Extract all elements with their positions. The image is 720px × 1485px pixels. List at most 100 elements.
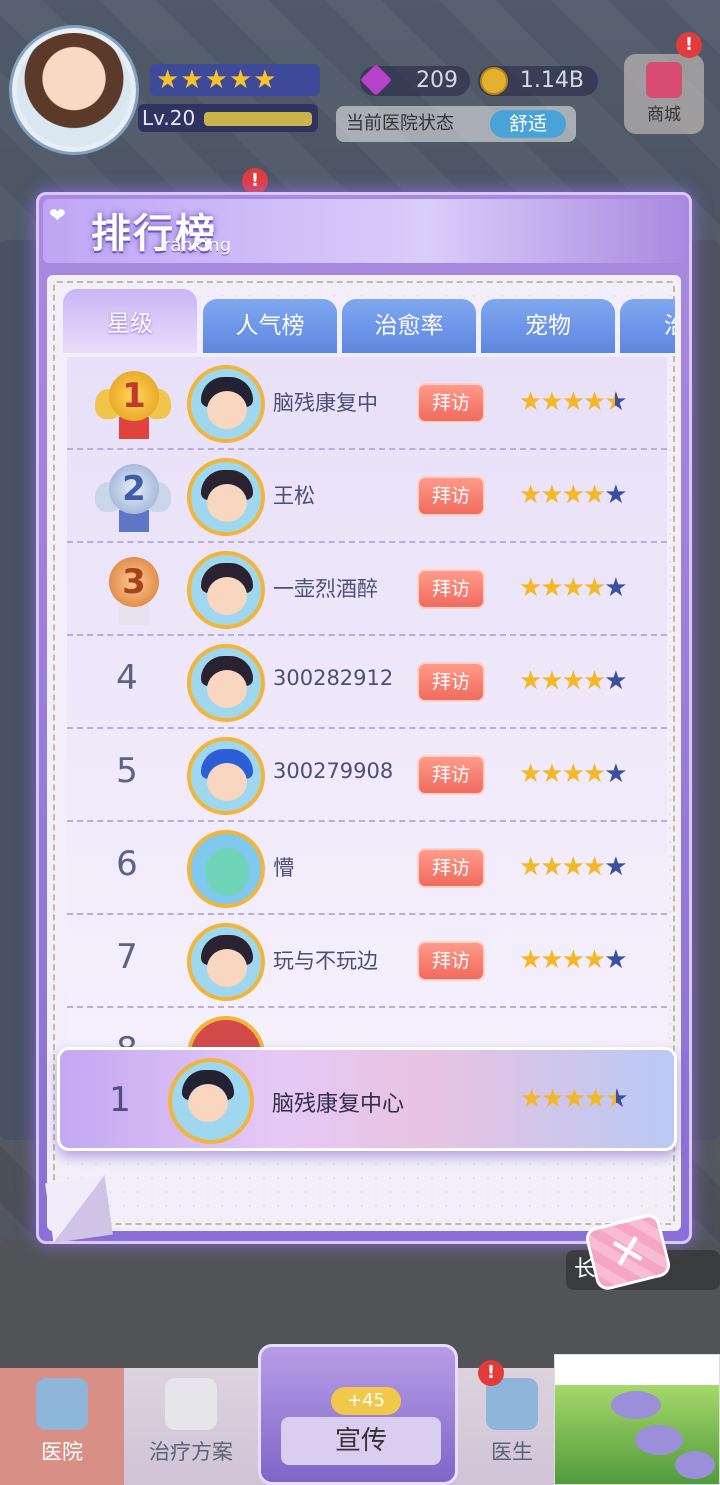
ranking-row: 6 懵 拜访 ★★★★★: [67, 822, 667, 915]
visit-button[interactable]: 拜访: [417, 476, 485, 516]
ranking-tabs: 星级 人气榜 治愈率 宠物 治疗: [63, 289, 675, 353]
medal-rank: 3: [109, 557, 159, 607]
avatar[interactable]: [187, 830, 265, 908]
avatar-face: [207, 949, 247, 987]
nav-promotion[interactable]: +45 宣传: [258, 1344, 458, 1485]
tab-popularity[interactable]: 人气榜: [203, 299, 337, 353]
visit-button[interactable]: 拜访: [417, 662, 485, 702]
stars-full: ★★★★: [519, 666, 606, 696]
stars-full: ★★★★: [519, 573, 606, 603]
star-rating: ★★★★★: [519, 945, 628, 975]
tab-star-level[interactable]: 星级: [63, 289, 197, 353]
shop-label: 商城: [647, 105, 681, 125]
avatar-face: [207, 577, 247, 615]
rank-number: 7: [116, 937, 138, 977]
tab-pets[interactable]: 宠物: [481, 299, 615, 353]
visit-button[interactable]: 拜访: [417, 941, 485, 981]
hippo-icon: [611, 1391, 661, 1419]
my-rank-number: 1: [109, 1080, 131, 1120]
ranking-panel: ❤ 排行榜 ranking 星级 人气榜 治愈率 宠物 治疗 1 脑残康复中 拜…: [36, 192, 692, 1244]
panel-header: ❤ 排行榜 ranking: [43, 199, 685, 263]
promo-label: 宣传: [281, 1417, 441, 1465]
coin-counter[interactable]: 1.14B: [478, 66, 598, 96]
avatar-face: [207, 670, 247, 708]
avatar[interactable]: [187, 551, 265, 629]
ranking-row: 8: [67, 1008, 667, 1047]
player-name: 300279908: [273, 759, 394, 783]
notification-badge: !: [242, 168, 268, 194]
hospital-star-rating: ★★★★★: [150, 64, 320, 96]
status-badge: 舒适: [490, 110, 566, 138]
nav-doctor[interactable]: 医生: [470, 1368, 554, 1485]
shop-button[interactable]: 商城: [624, 54, 704, 134]
my-player-name: 脑残康复中心: [272, 1092, 405, 1117]
silver-medal-icon: 2: [95, 458, 171, 534]
gem-counter[interactable]: 209: [360, 64, 470, 96]
visit-button[interactable]: 拜访: [417, 755, 485, 795]
heart-icon: ❤: [49, 203, 66, 227]
bronze-medal-icon: 3: [95, 551, 171, 627]
stars-full: ★★★★: [519, 759, 606, 789]
ranking-row: 5 300279908 拜访 ★★★★★: [67, 729, 667, 822]
tab-treatment[interactable]: 治疗: [620, 299, 675, 353]
avatar[interactable]: [187, 458, 265, 536]
stars-full: ★★★★: [519, 852, 606, 882]
rank-number: 4: [116, 658, 138, 698]
avatar-face: [207, 391, 247, 429]
hospital-status[interactable]: 当前医院状态 舒适: [336, 106, 576, 142]
star-rating: ★★★★★: [519, 666, 628, 696]
first-aid-kit-icon: [165, 1378, 217, 1430]
avatar[interactable]: [187, 923, 265, 1001]
avatar[interactable]: [168, 1058, 254, 1144]
visit-button[interactable]: 拜访: [417, 848, 485, 888]
stars-half: ★: [605, 1084, 628, 1114]
player-name: 一壶烈酒醉: [273, 577, 378, 601]
avatar-face: [207, 763, 247, 801]
promo-bonus: +45: [331, 1387, 401, 1415]
status-label: 当前医院状态: [346, 113, 454, 134]
player-level: Lv.20: [138, 104, 318, 132]
star-rating: ★★★★★: [519, 480, 628, 510]
avatar[interactable]: [187, 365, 265, 443]
ranking-row: 4 300282912 拜访 ★★★★★: [67, 636, 667, 729]
ad-banner[interactable]: [554, 1354, 720, 1485]
avatar-face: [207, 484, 247, 522]
coin-icon: [480, 67, 508, 95]
ranking-row: 2 王松 拜访 ★★★★★: [67, 450, 667, 543]
avatar[interactable]: [187, 644, 265, 722]
stars-empty: ★: [604, 666, 627, 696]
notification-badge: !: [676, 32, 702, 58]
nav-hospital-label: 医院: [41, 1440, 83, 1464]
tab-cure-rate[interactable]: 治愈率: [342, 299, 476, 353]
player-name: 王松: [273, 484, 315, 508]
avatar[interactable]: [187, 1016, 265, 1047]
notification-badge: !: [478, 1360, 504, 1386]
rank-number: 8: [97, 1030, 157, 1047]
medal-rank: 2: [109, 464, 159, 514]
page-curl-decoration: [45, 1175, 113, 1243]
player-name: 脑残康复中: [273, 391, 378, 415]
visit-button[interactable]: 拜访: [417, 569, 485, 609]
shop-icon: [646, 62, 682, 98]
hippo-icon: [675, 1451, 715, 1479]
player-avatar[interactable]: [12, 28, 136, 152]
stars-empty: ★: [604, 480, 627, 510]
ranking-row: 1 脑残康复中 拜访 ★★★★★: [67, 357, 667, 450]
nav-treatment[interactable]: 治疗方案: [124, 1368, 258, 1485]
ranking-row: 3 一壶烈酒醉 拜访 ★★★★★: [67, 543, 667, 636]
rank-number: 5: [116, 751, 138, 791]
experience-bar: [204, 112, 312, 126]
nav-doctor-label: 医生: [491, 1440, 533, 1464]
stars-full: ★★★★: [519, 945, 606, 975]
rank-number: 6: [116, 844, 138, 884]
gold-medal-icon: 1: [95, 365, 171, 441]
avatar[interactable]: [187, 737, 265, 815]
gem-count: 209: [416, 68, 458, 93]
visit-button[interactable]: 拜访: [417, 383, 485, 423]
my-rank-bar[interactable]: 1 脑残康复中心 ★★★★★: [57, 1047, 677, 1151]
player-name: 300282912: [273, 666, 394, 690]
stars-half: ★: [604, 387, 627, 417]
nav-hospital[interactable]: 医院: [0, 1368, 124, 1485]
ranking-list[interactable]: 1 脑残康复中 拜访 ★★★★★ 2 王松 拜访 ★★★★★ 3 一壶烈酒醉 拜…: [67, 357, 667, 1047]
avatar-face: [188, 1084, 228, 1122]
